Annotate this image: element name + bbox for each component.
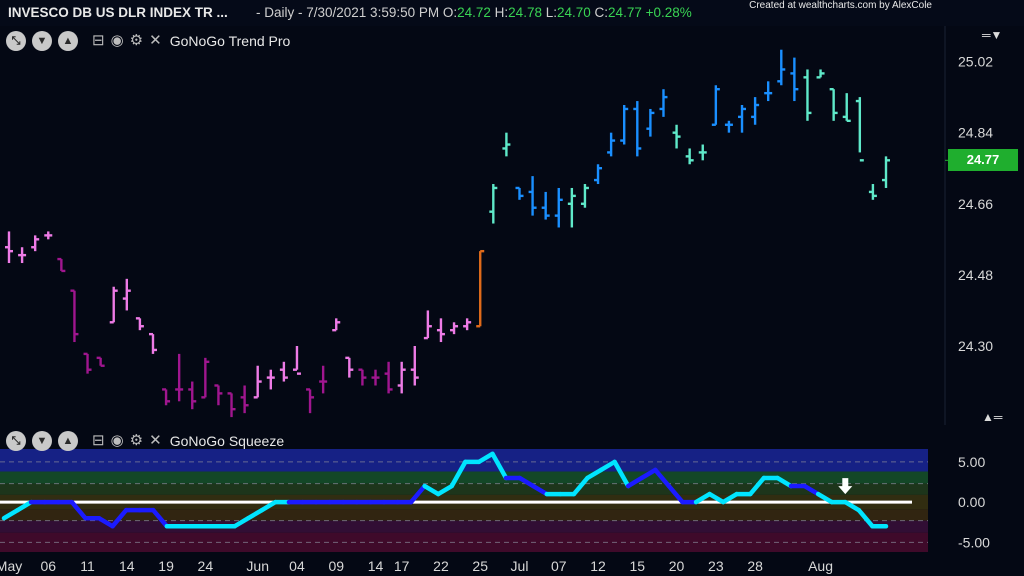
x-tick-label: Jun	[246, 558, 269, 574]
x-tick-label: 09	[328, 558, 344, 574]
y-tick-label: 24.66	[958, 196, 993, 212]
y-tick-label: -5.00	[958, 534, 990, 550]
x-tick-label: 28	[747, 558, 763, 574]
move-down-icon[interactable]: ▼	[32, 31, 52, 51]
scroll-down-icon[interactable]: ═▼	[982, 28, 1002, 42]
move-down-icon[interactable]: ▼	[32, 431, 52, 451]
x-tick-label: Aug	[808, 558, 833, 574]
x-tick-label: 19	[158, 558, 174, 574]
collapse-icon[interactable]: ⊟	[92, 31, 105, 51]
x-tick-label: 11	[80, 558, 95, 574]
high-value: 24.78	[508, 5, 542, 20]
x-tick-label: 23	[708, 558, 724, 574]
x-tick-label: 07	[551, 558, 567, 574]
gear-icon[interactable]: ⚙	[130, 31, 143, 51]
squeeze-band	[0, 471, 928, 484]
y-tick-label: 0.00	[958, 494, 985, 510]
y-tick-label: 24.30	[958, 338, 993, 354]
close-icon[interactable]: ✕	[149, 31, 162, 51]
y-tick-label: 5.00	[958, 454, 985, 470]
x-tick-label: 04	[289, 558, 305, 574]
expand-icon[interactable]: ⤡	[6, 31, 26, 51]
x-tick-label: Jul	[511, 558, 529, 574]
low-value: 24.70	[556, 5, 591, 20]
scroll-up-icon[interactable]: ▲═	[982, 410, 1002, 424]
high-label: H:	[490, 5, 509, 20]
chart-canvas: 24.3024.4824.6624.8425.02 5.000.00-5.00 …	[0, 0, 1024, 576]
x-tick-label: May	[0, 558, 22, 574]
credit-text: Created at wealthcharts.com by AlexCole	[749, 0, 932, 11]
lower-panel-title: GoNoGo Squeeze	[169, 433, 285, 449]
x-tick-label: 20	[669, 558, 685, 574]
quote-line: - Daily - 7/30/2021 3:59:50 PM O:24.72 H…	[256, 0, 692, 26]
squeeze-band	[0, 520, 928, 533]
y-tick-label: 25.02	[958, 54, 993, 70]
collapse-icon[interactable]: ⊟	[92, 431, 105, 451]
move-up-icon[interactable]: ▲	[58, 31, 78, 51]
upper-panel-header: ⤡ ▼ ▲ ⊟ ◉ ⚙ ✕ GoNoGo Trend Pro	[6, 31, 290, 51]
symbol-name: INVESCO DB US DLR INDEX TR ...	[8, 5, 228, 20]
open-value: 24.72	[457, 5, 491, 20]
move-up-icon[interactable]: ▲	[58, 431, 78, 451]
eye-icon[interactable]: ◉	[111, 31, 124, 51]
y-tick-label: 24.48	[958, 267, 993, 283]
close-icon[interactable]: ✕	[149, 431, 162, 451]
x-tick-label: 25	[472, 558, 488, 574]
x-tick-label: 06	[40, 558, 56, 574]
x-tick-label: 15	[630, 558, 646, 574]
x-tick-label: 14	[119, 558, 135, 574]
low-label: L:	[541, 5, 557, 20]
x-tick-label: 17	[394, 558, 410, 574]
last-price-badge: 24.77	[948, 149, 1018, 172]
y-tick-label: 24.84	[958, 125, 993, 141]
expand-icon[interactable]: ⤡	[6, 431, 26, 451]
lower-panel-header: ⤡ ▼ ▲ ⊟ ◉ ⚙ ✕ GoNoGo Squeeze	[6, 431, 284, 451]
gear-icon[interactable]: ⚙	[130, 431, 143, 451]
upper-panel-title: GoNoGo Trend Pro	[169, 33, 291, 49]
change-value: +0.28%	[645, 5, 692, 20]
x-tick-label: 22	[433, 558, 449, 574]
close-value: 24.77	[608, 5, 642, 20]
header-bar: INVESCO DB US DLR INDEX TR ... - Daily -…	[0, 0, 1024, 26]
close-label: C:	[590, 5, 609, 20]
eye-icon[interactable]: ◉	[111, 431, 124, 451]
x-tick-label: 24	[198, 558, 214, 574]
quote-prefix: - Daily - 7/30/2021 3:59:50 PM O:	[256, 5, 458, 20]
x-tick-label: 14	[368, 558, 384, 574]
x-tick-label: 12	[590, 558, 606, 574]
